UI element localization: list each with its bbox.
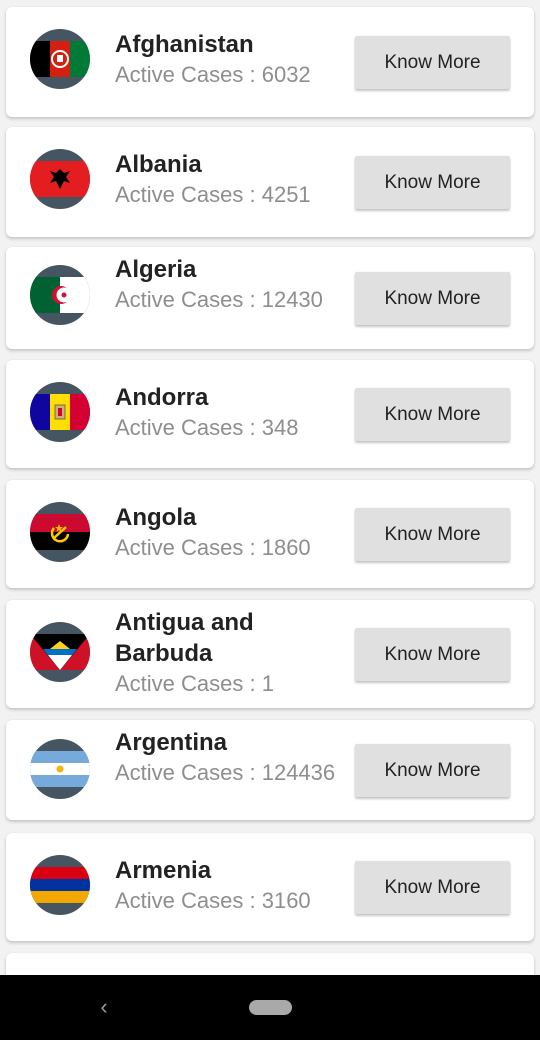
country-name: Albania — [115, 151, 202, 178]
algeria-flag-icon — [30, 265, 90, 325]
albania-flag-icon — [30, 149, 90, 209]
country-name: Angola — [115, 504, 197, 531]
active-cases-label: Active Cases : 6032 — [115, 62, 311, 87]
back-chevron-icon[interactable]: ‹ — [92, 995, 116, 1019]
country-name: Algeria — [115, 256, 197, 283]
know-more-button[interactable]: Know More — [355, 36, 510, 89]
home-pill-icon[interactable] — [249, 1000, 292, 1015]
know-more-button[interactable]: Know More — [355, 388, 510, 441]
country-card-antigua-and-barbuda: Antigua and Barbuda Active Cases : 1 Kno… — [6, 600, 534, 708]
country-card-armenia: Armenia Active Cases : 3160 Know More — [6, 833, 534, 941]
country-name: Afghanistan — [115, 31, 254, 58]
active-cases-label: Active Cases : 124436 — [115, 760, 336, 785]
know-more-button[interactable]: Know More — [355, 744, 510, 797]
country-card-andorra: Andorra Active Cases : 348 Know More — [6, 360, 534, 468]
active-cases-label: Active Cases : 3160 — [115, 888, 311, 913]
know-more-button[interactable]: Know More — [355, 861, 510, 914]
country-card-algeria: Algeria Active Cases : 12430 Know More — [6, 247, 534, 349]
country-card-partial — [6, 953, 534, 975]
know-more-button[interactable]: Know More — [355, 628, 510, 681]
angola-flag-icon — [30, 502, 90, 562]
armenia-flag-icon — [30, 855, 90, 915]
country-name: Argentina — [115, 729, 228, 756]
argentina-flag-icon — [30, 739, 90, 799]
know-more-button[interactable]: Know More — [355, 272, 510, 325]
country-card-albania: Albania Active Cases : 4251 Know More — [6, 127, 534, 237]
know-more-button[interactable]: Know More — [355, 156, 510, 209]
active-cases-label: Active Cases : 12430 — [115, 287, 323, 312]
antigua-and-barbuda-flag-icon — [30, 622, 90, 682]
country-card-angola: Angola Active Cases : 1860 Know More — [6, 480, 534, 588]
country-name: Armenia — [115, 857, 212, 884]
know-more-button[interactable]: Know More — [355, 508, 510, 561]
active-cases-label: Active Cases : 1860 — [115, 535, 311, 560]
active-cases-label: Active Cases : 348 — [115, 415, 299, 440]
andorra-flag-icon — [30, 382, 90, 442]
active-cases-label: Active Cases : 4251 — [115, 182, 311, 207]
country-list[interactable]: Afghanistan Active Cases : 6032 Know Mor… — [0, 0, 540, 975]
country-name: Andorra — [115, 384, 209, 411]
country-card-afghanistan: Afghanistan Active Cases : 6032 Know Mor… — [6, 7, 534, 117]
afghanistan-flag-icon — [30, 29, 90, 89]
country-card-argentina: Argentina Active Cases : 124436 Know Mor… — [6, 720, 534, 820]
country-name: Antigua and Barbuda — [115, 609, 254, 667]
active-cases-label: Active Cases : 1 — [115, 671, 274, 696]
